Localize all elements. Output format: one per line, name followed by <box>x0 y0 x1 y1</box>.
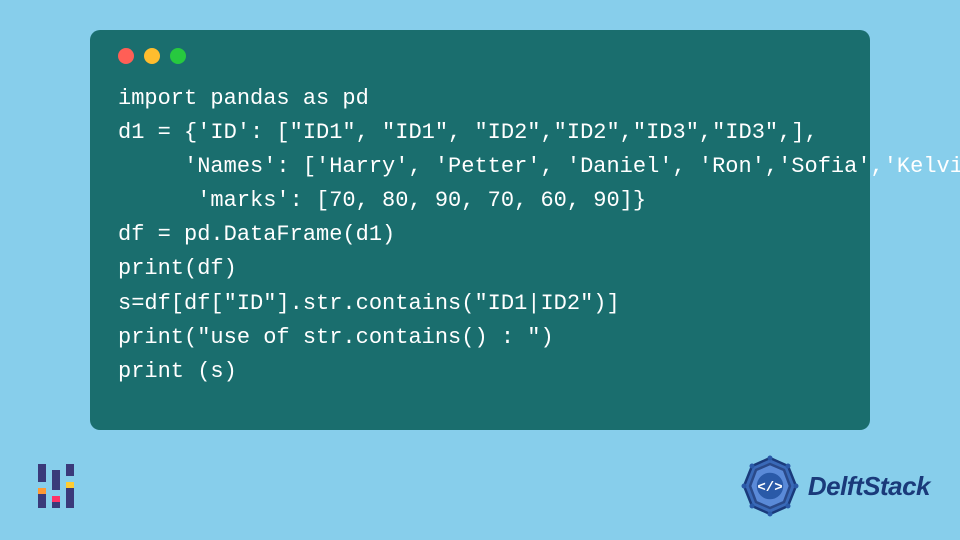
code-line: print("use of str.contains() : ") <box>118 325 554 350</box>
delftstack-logo: </> DelftStack <box>738 454 930 518</box>
code-line: print (s) <box>118 359 237 384</box>
close-dot-icon <box>118 48 134 64</box>
code-window: import pandas as pd d1 = {'ID': ["ID1", … <box>90 30 870 430</box>
code-line: d1 = {'ID': ["ID1", "ID1", "ID2","ID2","… <box>118 120 818 145</box>
code-line: print(df) <box>118 256 237 281</box>
code-line: 'marks': [70, 80, 90, 70, 60, 90]} <box>118 188 646 213</box>
code-line: import pandas as pd <box>118 86 369 111</box>
maximize-dot-icon <box>170 48 186 64</box>
code-content: import pandas as pd d1 = {'ID': ["ID1", … <box>118 82 842 389</box>
svg-text:</>: </> <box>757 480 782 496</box>
code-line: s=df[df["ID"].str.contains("ID1|ID2")] <box>118 291 620 316</box>
window-controls <box>118 48 842 64</box>
code-line: df = pd.DataFrame(d1) <box>118 222 395 247</box>
bars-logo-icon <box>38 464 82 508</box>
code-line: 'Names': ['Harry', 'Petter', 'Daniel', '… <box>118 154 960 179</box>
delftstack-badge-icon: </> <box>738 454 802 518</box>
brand-name: DelftStack <box>808 471 930 502</box>
minimize-dot-icon <box>144 48 160 64</box>
